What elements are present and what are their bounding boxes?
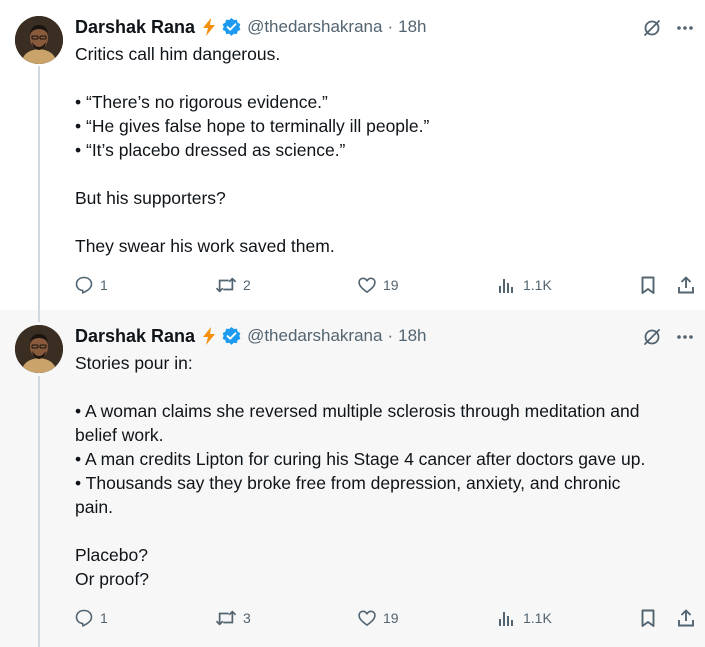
like-icon <box>357 275 377 295</box>
repost-icon <box>215 608 237 628</box>
tweet-text-line: • A man credits Lipton for curing his St… <box>75 449 646 469</box>
share-button[interactable] <box>676 273 696 297</box>
tweet-text-line: • “He gives false hope to terminally ill… <box>75 116 430 136</box>
tweet-header: Darshak Rana @thedarshakrana · 18h <box>75 16 427 38</box>
grok-icon[interactable] <box>641 17 663 39</box>
separator-dot: · <box>387 17 394 36</box>
author-name[interactable]: Darshak Rana <box>75 326 195 347</box>
views-button[interactable]: 1.1K <box>497 606 552 630</box>
reply-icon <box>74 608 94 628</box>
repost-count: 3 <box>243 610 251 626</box>
more-icon[interactable] <box>673 17 697 39</box>
tweet-text-line: They swear his work saved them. <box>75 236 335 256</box>
tweet-text: Stories pour in: • A woman claims she re… <box>75 351 690 591</box>
separator-dot: · <box>387 326 394 345</box>
tweet-text: Critics call him dangerous. • “There’s n… <box>75 42 690 258</box>
reply-count: 1 <box>100 277 108 293</box>
verified-badge-icon[interactable] <box>221 17 242 38</box>
tweet-text-line: belief work. <box>75 425 164 445</box>
like-count: 19 <box>383 610 399 626</box>
tweet-text-line: Critics call him dangerous. <box>75 44 281 64</box>
tweet-text-line <box>75 66 690 90</box>
avatar[interactable] <box>15 325 63 373</box>
like-button[interactable]: 19 <box>357 606 399 630</box>
share-icon <box>676 275 696 295</box>
repost-button[interactable]: 3 <box>215 606 251 630</box>
tweet-text-line: • “It’s placebo dressed as science.” <box>75 140 346 160</box>
reply-icon <box>74 275 94 295</box>
views-icon <box>497 275 517 295</box>
lightning-bolt-emoji <box>199 326 219 346</box>
timestamp[interactable]: 18h <box>398 326 426 346</box>
tweet-text-line: pain. <box>75 497 113 517</box>
repost-icon <box>215 275 237 295</box>
tweet-text-line <box>75 162 690 186</box>
share-button[interactable] <box>676 606 696 630</box>
author-name[interactable]: Darshak Rana <box>75 17 195 38</box>
thread-line <box>38 310 40 322</box>
tweet[interactable]: Darshak Rana @thedarshakrana · 18h Stori… <box>0 310 705 647</box>
thread-line <box>38 376 40 647</box>
tweet-text-line: Stories pour in: <box>75 353 193 373</box>
tweet-text-line: Or proof? <box>75 569 149 589</box>
bookmark-icon <box>638 275 658 295</box>
views-count: 1.1K <box>523 277 552 293</box>
more-icon[interactable] <box>673 326 697 348</box>
bookmark-button[interactable] <box>638 273 658 297</box>
like-icon <box>357 608 377 628</box>
thread-line <box>38 66 40 310</box>
tweet-text-line: • “There’s no rigorous evidence.” <box>75 92 328 112</box>
timestamp[interactable]: 18h <box>398 17 426 37</box>
tweet-text-line <box>75 210 690 234</box>
tweet[interactable]: Darshak Rana @thedarshakrana · 18h Criti… <box>0 0 705 310</box>
avatar[interactable] <box>15 16 63 64</box>
grok-icon[interactable] <box>641 326 663 348</box>
tweet-text-line: Placebo? <box>75 545 148 565</box>
tweet-text-line <box>75 375 690 399</box>
tweet-text-line: But his supporters? <box>75 188 226 208</box>
views-icon <box>497 608 517 628</box>
views-count: 1.1K <box>523 610 552 626</box>
tweet-text-line: • A woman claims she reversed multiple s… <box>75 401 640 421</box>
repost-button[interactable]: 2 <box>215 273 251 297</box>
bookmark-button[interactable] <box>638 606 658 630</box>
tweet-header: Darshak Rana @thedarshakrana · 18h <box>75 325 427 347</box>
action-bar: 1 3 19 1.1K <box>74 606 699 630</box>
repost-count: 2 <box>243 277 251 293</box>
reply-button[interactable]: 1 <box>74 606 108 630</box>
action-bar: 1 2 19 1.1K <box>74 273 699 297</box>
author-handle[interactable]: @thedarshakrana <box>247 326 382 346</box>
views-button[interactable]: 1.1K <box>497 273 552 297</box>
share-icon <box>676 608 696 628</box>
bookmark-icon <box>638 608 658 628</box>
tweet-text-line: • Thousands say they broke free from dep… <box>75 473 621 493</box>
tweet-text-line <box>75 519 690 543</box>
like-count: 19 <box>383 277 399 293</box>
reply-button[interactable]: 1 <box>74 273 108 297</box>
like-button[interactable]: 19 <box>357 273 399 297</box>
reply-count: 1 <box>100 610 108 626</box>
author-handle[interactable]: @thedarshakrana <box>247 17 382 37</box>
verified-badge-icon[interactable] <box>221 326 242 347</box>
lightning-bolt-emoji <box>199 17 219 37</box>
